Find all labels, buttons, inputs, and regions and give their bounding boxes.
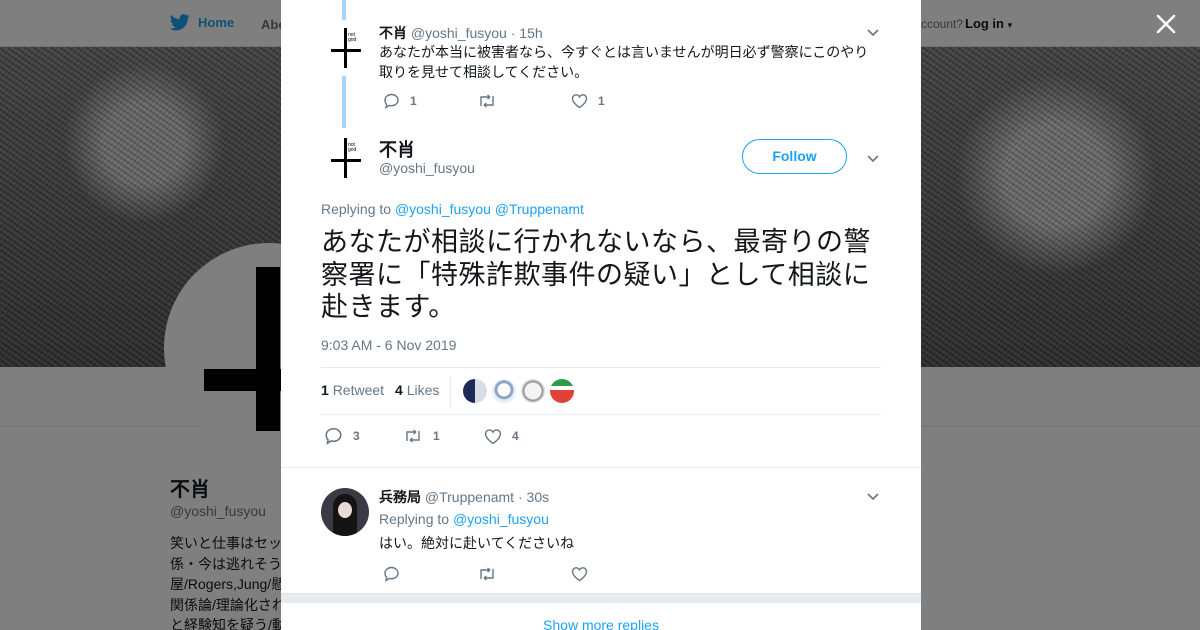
liker-avatar[interactable] [492, 379, 516, 403]
tweet-header: 兵務局 @Truppenamt · 30s [379, 487, 549, 507]
liker-avatar[interactable] [550, 379, 574, 403]
retweet-icon [480, 567, 494, 581]
tweet-time[interactable]: 30s [527, 489, 550, 505]
tweet-actions: 3 1 4 [324, 427, 519, 445]
tweet-author-name[interactable]: 不肖 [379, 25, 407, 41]
retweet-icon [406, 429, 420, 443]
heart-icon [484, 428, 502, 444]
tweet-avatar[interactable]: not god [321, 134, 369, 182]
tweet-time[interactable]: 15h [519, 25, 542, 41]
replying-to-line: Replying to @yoshi_fusyou @Truppenamt [321, 201, 584, 217]
replying-to-line: Replying to @yoshi_fusyou [379, 511, 549, 527]
tweet-author-name[interactable]: 不肖 [379, 136, 415, 162]
avatar-face [338, 502, 352, 518]
reply-count: 3 [353, 429, 360, 443]
tweet-author-handle[interactable]: @yoshi_fusyou [379, 160, 475, 176]
reply-icon [384, 566, 399, 582]
close-icon [1156, 14, 1176, 34]
replies-divider [281, 467, 921, 468]
avatar-cross-bar [331, 49, 361, 52]
mention-link[interactable]: @yoshi_fusyou [395, 201, 491, 217]
likes-stat[interactable]: 4 Likes [395, 382, 439, 398]
thread-connector [342, 76, 346, 128]
likes-stat-label: Likes [406, 382, 440, 398]
follow-button[interactable]: Follow [742, 139, 847, 174]
reply-button[interactable]: 3 [324, 427, 389, 445]
tweet-author-name[interactable]: 兵務局 [379, 489, 421, 505]
avatar-caption: not god [348, 142, 357, 153]
mention-link[interactable]: @yoshi_fusyou [453, 511, 549, 527]
retweet-stat[interactable]: 1 Retweet [321, 382, 384, 398]
tweet-avatar[interactable] [321, 488, 369, 536]
reply-button[interactable]: 1 [383, 93, 463, 109]
tweet-text: あなたが相談に行かれないなら、最寄りの警察署に「特殊詐欺事件の疑い」として相談に… [321, 227, 871, 322]
replying-to-label: Replying to [379, 511, 450, 527]
tweet-text: あなたが本当に被害者なら、今すぐとは言いませんが明日必ず警察にこのやり取りを見せ… [379, 44, 869, 80]
heart-icon [571, 94, 588, 109]
retweet-stat-count: 1 [321, 382, 329, 398]
avatar-cross-mark [344, 138, 347, 178]
tweet-header: 不肖 @yoshi_fusyou · 15h [379, 23, 543, 43]
close-modal-button[interactable] [1152, 10, 1180, 38]
retweet-button[interactable] [477, 567, 557, 581]
separator-dot: · [510, 25, 516, 41]
stats-divider [450, 376, 451, 408]
avatar-cross-bar [331, 159, 361, 162]
like-count: 4 [512, 429, 519, 443]
liker-avatar[interactable] [463, 379, 487, 403]
tweet-author-handle[interactable]: @yoshi_fusyou [411, 25, 507, 41]
thread-connector [342, 0, 346, 20]
tweet-avatar[interactable]: not god [321, 24, 369, 72]
show-more-separator [281, 593, 921, 603]
reply-icon [384, 93, 399, 109]
chevron-down-icon[interactable] [866, 151, 880, 165]
likes-stat-count: 4 [395, 382, 403, 398]
tweet-text: はい。絶対に赴いてくださいね [379, 535, 575, 551]
reply-button[interactable] [383, 566, 463, 582]
chevron-down-icon[interactable] [866, 25, 880, 39]
like-button[interactable]: 1 [571, 93, 605, 109]
avatar-cross-mark [344, 28, 347, 68]
mention-link[interactable]: @Truppenamt [495, 201, 584, 217]
retweet-count: 1 [433, 429, 440, 443]
retweet-icon [480, 94, 494, 108]
tweet-permalink-modal: not god 不肖 @yoshi_fusyou · 15h あなたが本当に被害者… [281, 0, 921, 630]
retweet-button[interactable]: 1 [403, 429, 470, 443]
chevron-down-icon[interactable] [866, 489, 880, 503]
replying-to-label: Replying to [321, 201, 392, 217]
avatar-caption: not god [348, 32, 357, 43]
like-button[interactable] [571, 566, 588, 582]
like-count: 1 [598, 94, 605, 108]
reply-count: 1 [410, 94, 417, 108]
like-button[interactable]: 4 [484, 428, 519, 445]
reply-icon [325, 427, 342, 445]
retweet-stat-label: Retweet [332, 382, 385, 398]
tweet-timestamp[interactable]: 9:03 AM - 6 Nov 2019 [321, 337, 456, 353]
tweet-actions: 1 1 [383, 93, 605, 109]
separator-dot: · [517, 489, 523, 505]
tweet-stats: 1 Retweet 4 Likes [321, 367, 881, 415]
tweet-author-handle[interactable]: @Truppenamt [425, 489, 514, 505]
retweet-button[interactable] [477, 94, 557, 108]
show-more-replies-link[interactable]: Show more replies [281, 617, 921, 630]
liker-avatar[interactable] [521, 379, 545, 403]
tweet-actions [383, 566, 588, 582]
heart-icon [571, 567, 588, 582]
